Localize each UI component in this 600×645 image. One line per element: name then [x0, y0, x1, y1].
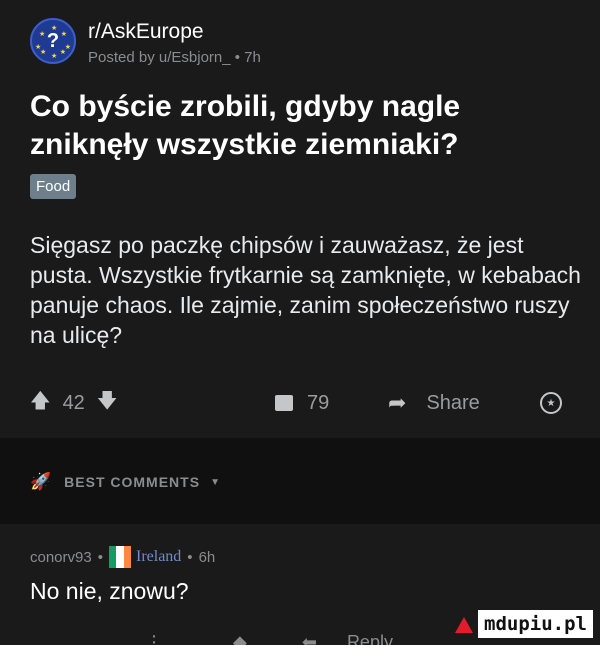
sort-label: BEST COMMENTS — [64, 474, 201, 490]
rocket-icon: 🚀 — [30, 472, 53, 491]
comment-age: 6h — [198, 548, 216, 566]
post-actions: 🡅 42 🡇 79 ➦ Share ★ — [30, 388, 575, 418]
post-card: ? ★ ★ ★ ★ ★ ★ ★ ★ r/AskEurope Posted by … — [0, 0, 600, 438]
award-icon[interactable]: ★ — [540, 392, 562, 414]
comment-count: 79 — [307, 391, 330, 414]
post-flair[interactable]: Food — [30, 174, 77, 199]
award-icon[interactable]: ◆ — [233, 632, 247, 645]
meta-dot: • — [187, 548, 193, 566]
watermark-triangle-icon — [455, 617, 473, 633]
post-title[interactable]: Co byście zrobili, gdyby nagle zniknęły … — [30, 88, 580, 164]
comments-button[interactable]: 79 — [275, 392, 329, 415]
chevron-down-icon: ▼ — [210, 476, 221, 488]
watermark-text: mdupiu.pl — [478, 610, 593, 638]
subreddit-link[interactable]: r/AskEurope — [88, 20, 261, 44]
comment-text: No nie, znowu? — [30, 578, 189, 604]
comment-sort[interactable]: 🚀 BEST COMMENTS ▼ — [30, 472, 221, 492]
vote-group: 🡅 42 🡇 — [30, 386, 117, 420]
downvote-icon[interactable]: 🡇 — [97, 386, 118, 420]
post-header: ? ★ ★ ★ ★ ★ ★ ★ ★ r/AskEurope Posted by … — [30, 18, 261, 66]
askeurope-avatar-icon[interactable]: ? ★ ★ ★ ★ ★ ★ ★ ★ — [30, 18, 76, 64]
watermark-logo: mdupiu.pl — [455, 610, 593, 638]
vote-count: 42 — [62, 391, 85, 414]
comment-meta: conorv93 • Ireland • 6h — [30, 546, 215, 568]
share-button[interactable]: ➦ Share — [388, 390, 480, 416]
comment-actions: ⋮ ◆ ⬅ Reply — [145, 632, 475, 645]
reply-button[interactable]: Reply — [347, 632, 393, 645]
reply-icon[interactable]: ⬅ — [302, 632, 317, 645]
ireland-flag-icon — [108, 546, 131, 568]
meta-dot: • — [97, 548, 103, 566]
comment-author[interactable]: conorv93 — [30, 549, 92, 566]
share-icon: ➦ — [388, 390, 407, 415]
comment-flair-country: Ireland — [135, 548, 182, 565]
comment-icon — [275, 395, 293, 411]
posted-by: Posted by u/Esbjorn_ • 7h — [88, 49, 261, 66]
share-label: Share — [426, 391, 480, 414]
upvote-icon[interactable]: 🡅 — [30, 386, 51, 420]
more-icon[interactable]: ⋮ — [145, 632, 163, 645]
post-meta: r/AskEurope Posted by u/Esbjorn_ • 7h — [88, 20, 261, 66]
post-body: Sięgasz po paczkę chipsów i zauważasz, ż… — [30, 232, 581, 348]
